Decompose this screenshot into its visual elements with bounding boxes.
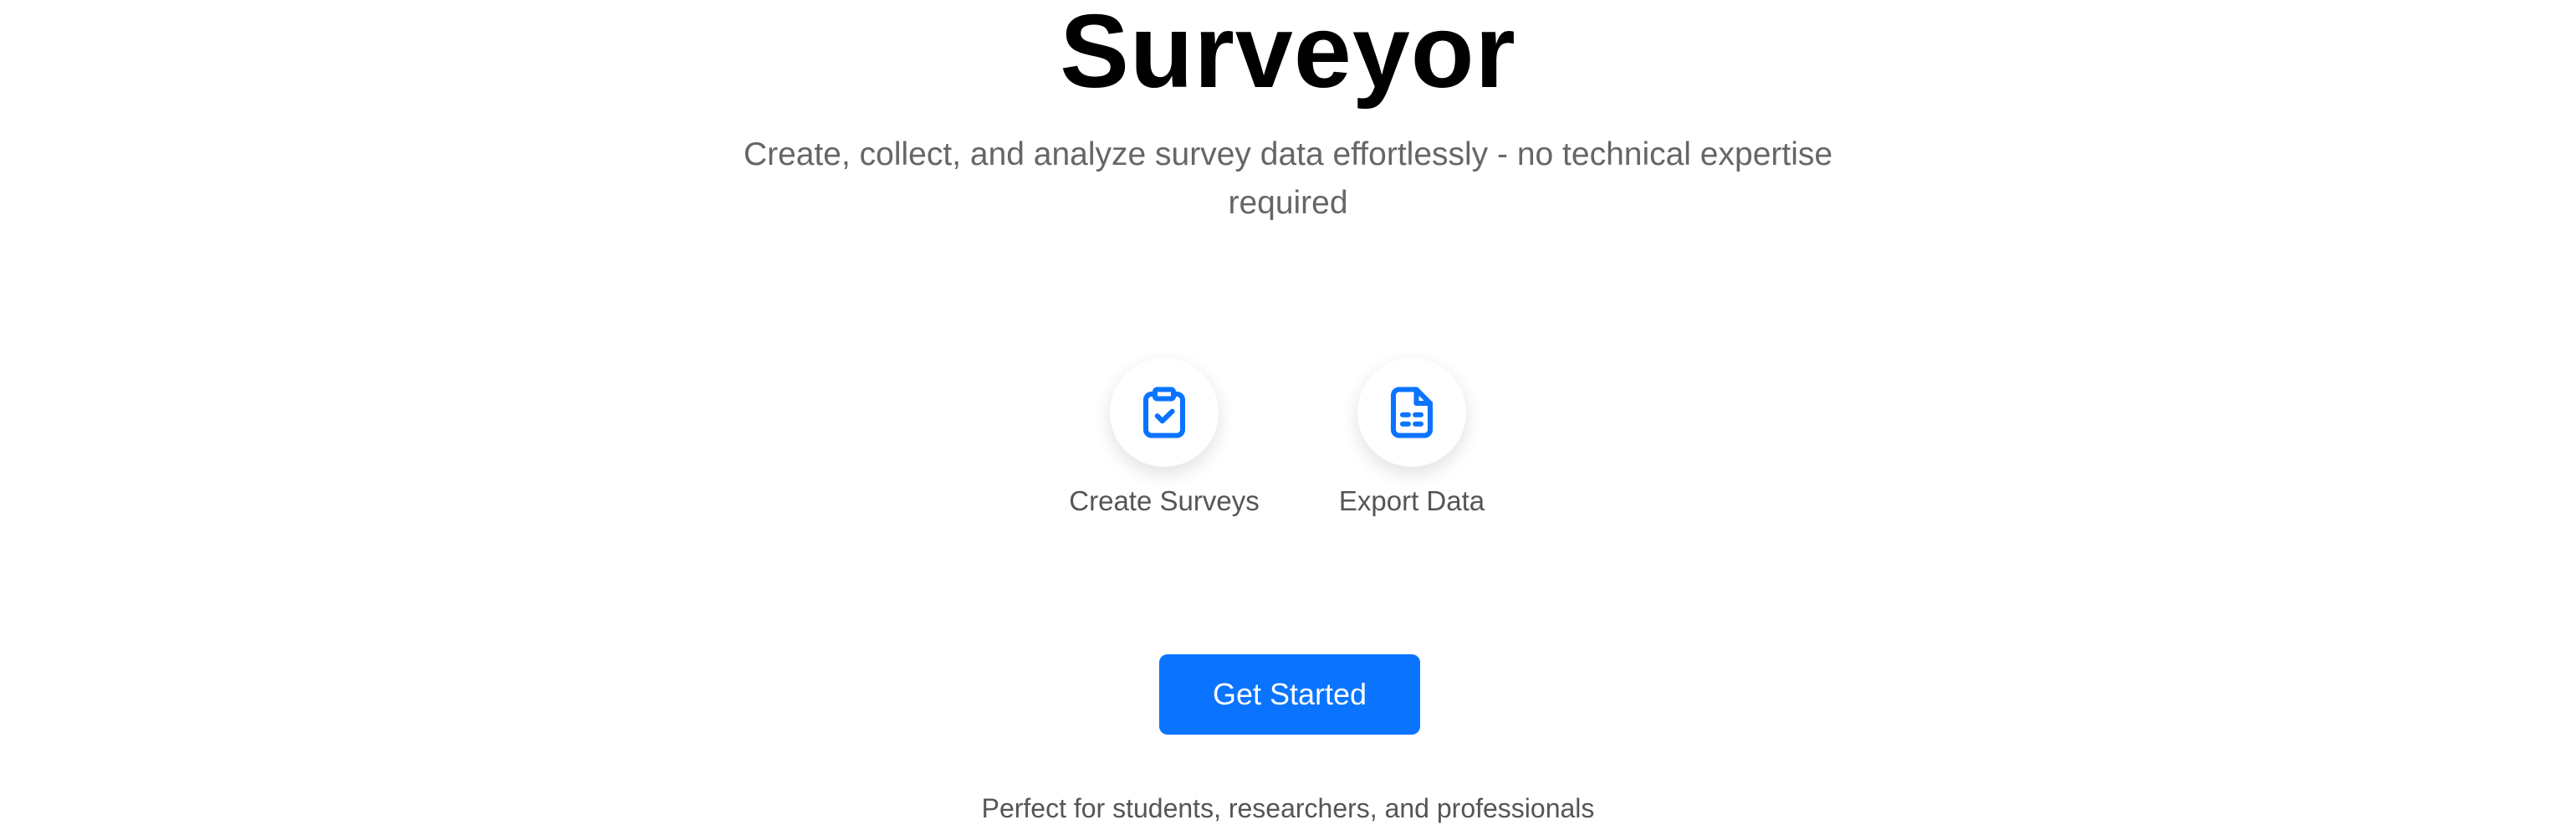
feature-label: Export Data (1338, 485, 1485, 516)
feature-label: Create Surveys (1069, 485, 1260, 516)
page-subtitle: Create, collect, and analyze survey data… (743, 136, 1833, 221)
feature-list: Create Surveys Export Data (0, 358, 2576, 517)
feature-create-surveys: Create Surveys (1069, 358, 1260, 517)
clipboard-check-icon (1142, 387, 1186, 438)
feature-icon-circle (1110, 358, 1219, 467)
get-started-button[interactable]: Get Started (1159, 654, 1420, 735)
footer-tagline: Perfect for students, researchers, and p… (981, 793, 1595, 823)
feature-icon-circle (1357, 358, 1466, 467)
page-title: Surveyor (1060, 0, 1516, 110)
file-spreadsheet-icon (1390, 387, 1434, 438)
feature-export-data: Export Data (1328, 358, 1495, 517)
landing-page: Surveyor Create, collect, and analyze su… (0, 0, 2576, 830)
